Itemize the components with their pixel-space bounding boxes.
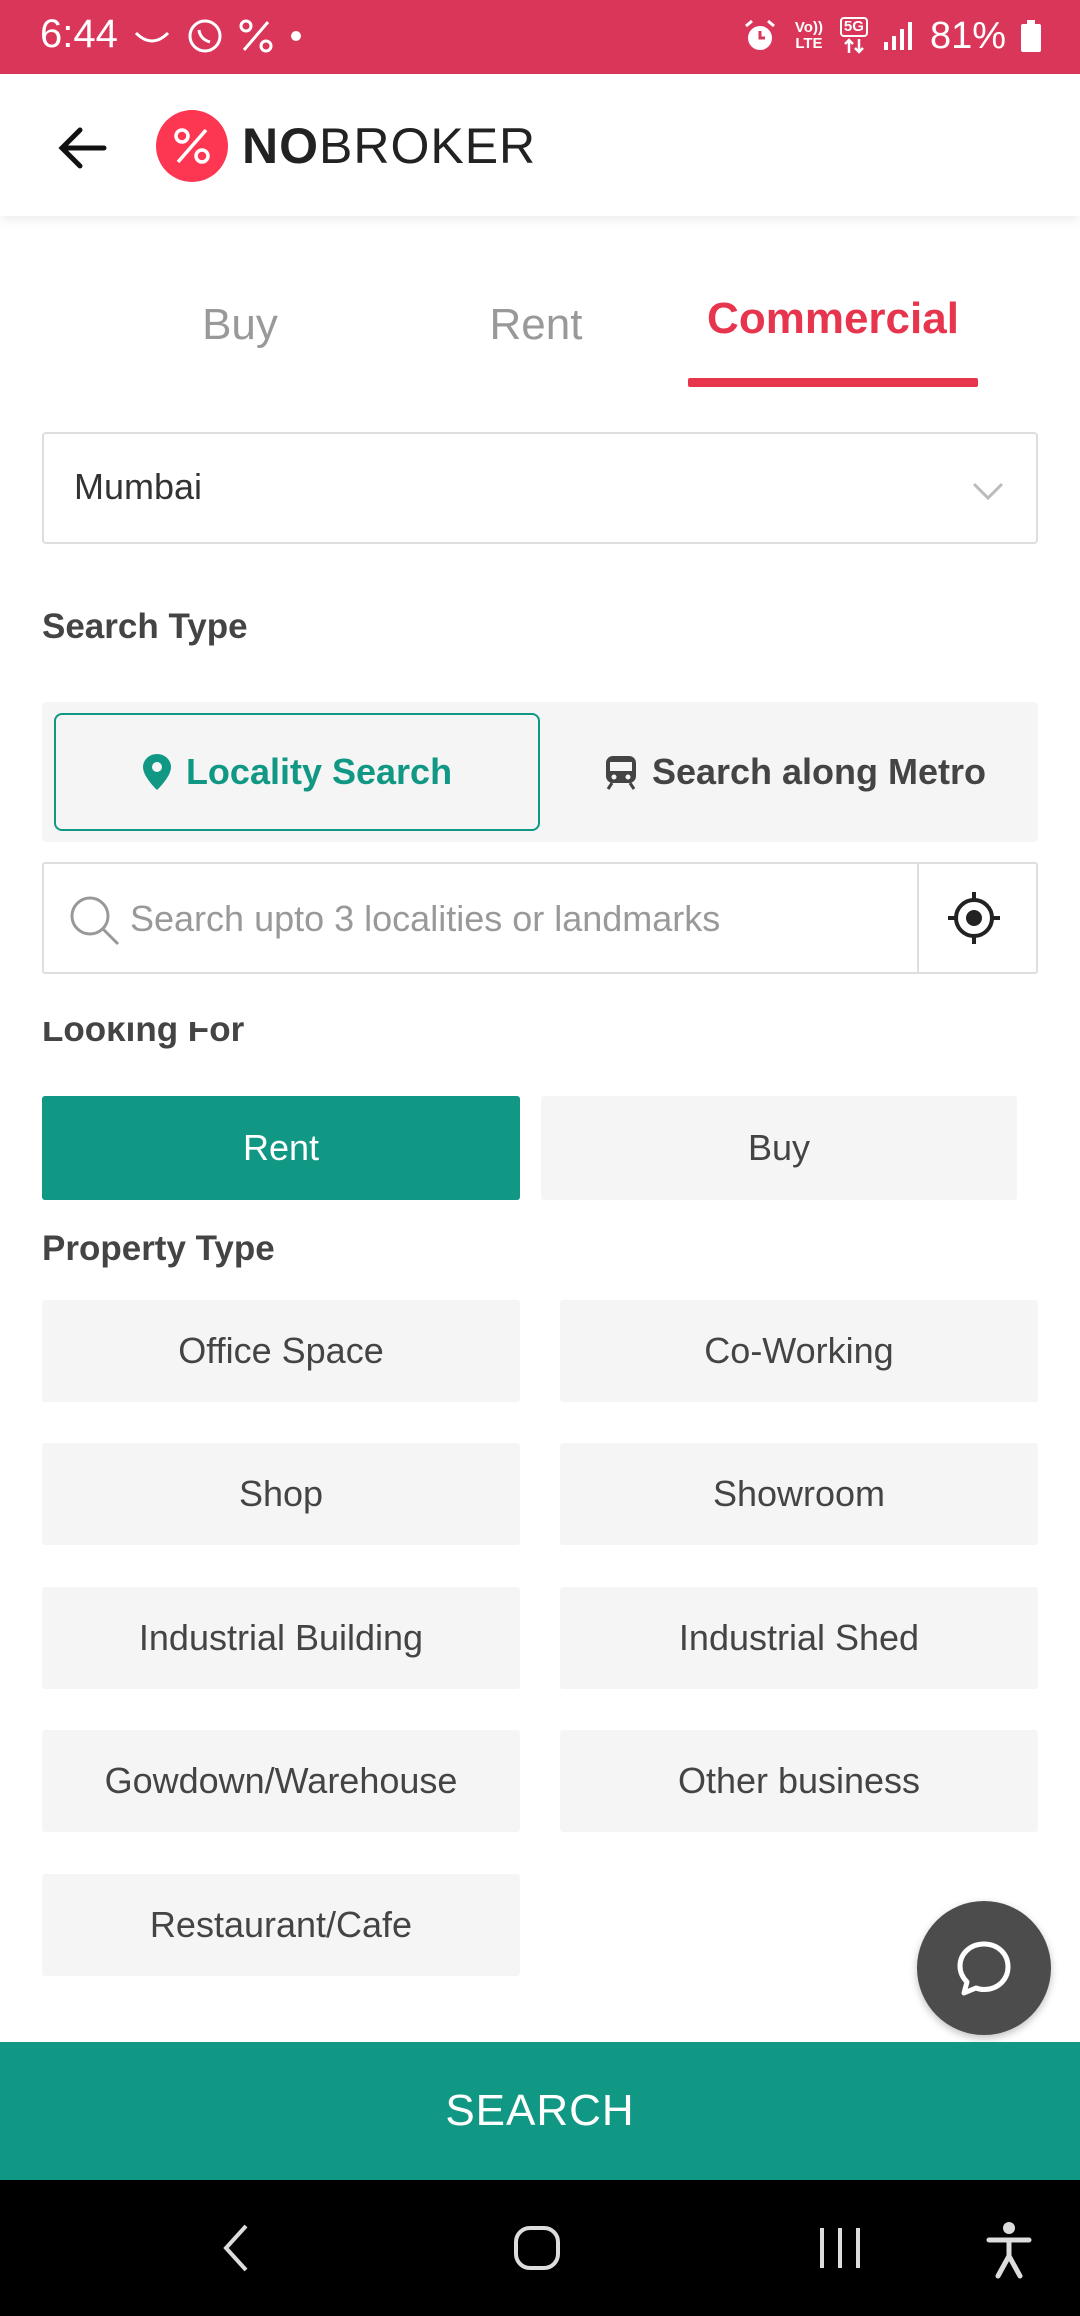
nav-home-button[interactable] bbox=[512, 2220, 562, 2281]
data-arrows-icon bbox=[844, 38, 864, 54]
logo-text: NOBROKER bbox=[242, 117, 536, 175]
logo-text-bold: NO bbox=[242, 118, 319, 174]
looking-for-buy-button[interactable]: Buy bbox=[541, 1096, 1017, 1200]
nobroker-logo: NOBROKER bbox=[156, 110, 536, 182]
metro-search-label: Search along Metro bbox=[651, 751, 987, 792]
property-co-working-button[interactable]: Co-Working bbox=[560, 1300, 1038, 1402]
nobroker-notification-icon bbox=[239, 19, 273, 53]
metro-search-option[interactable]: Search along Metro bbox=[552, 713, 1038, 831]
property-restaurant-cafe-button[interactable]: Restaurant/Cafe bbox=[42, 1874, 520, 1976]
network-label: 5G bbox=[839, 17, 868, 37]
property-showroom-button[interactable]: Showroom bbox=[560, 1443, 1038, 1545]
metro-train-icon bbox=[605, 756, 636, 790]
property-warehouse-button[interactable]: Gowdown/Warehouse bbox=[42, 1730, 520, 1832]
property-other-business-button[interactable]: Other business bbox=[560, 1730, 1038, 1832]
looking-for-rent-button[interactable]: Rent bbox=[42, 1096, 520, 1200]
volte-label: Vo)) LTE bbox=[794, 19, 823, 52]
back-arrow-icon[interactable] bbox=[54, 120, 110, 176]
logo-text-rest: BROKER bbox=[319, 118, 537, 174]
accessibility-icon bbox=[986, 2222, 1032, 2279]
status-bar: 6:44 Vo)) LTE 5G 81% bbox=[0, 0, 1080, 74]
tab-commercial[interactable]: Commercial bbox=[688, 294, 978, 344]
looking-for-label-text: Looking For bbox=[42, 1022, 245, 1049]
search-icon bbox=[70, 896, 120, 946]
city-dropdown[interactable]: Mumbai bbox=[42, 432, 1038, 544]
listing-tabs: Buy Rent Commercial bbox=[0, 280, 1080, 390]
battery-percent: 81% bbox=[929, 14, 1006, 57]
system-icons: Vo)) LTE 5G 81% bbox=[742, 12, 1042, 60]
notification-icons bbox=[132, 14, 304, 58]
battery-icon bbox=[1021, 20, 1041, 52]
property-industrial-building-button[interactable]: Industrial Building bbox=[42, 1587, 520, 1689]
location-pin-icon bbox=[142, 754, 171, 790]
status-time: 6:44 bbox=[40, 12, 118, 56]
app-header: NOBROKER bbox=[0, 74, 1080, 216]
locality-search-option[interactable]: Locality Search bbox=[54, 713, 540, 831]
property-type-label: Property Type bbox=[42, 1229, 275, 1268]
whatsapp-icon bbox=[188, 19, 222, 53]
network-5g-icon: 5G bbox=[839, 17, 868, 55]
system-nav-bar bbox=[0, 2180, 1080, 2316]
chat-button[interactable] bbox=[917, 1901, 1051, 2035]
tab-buy[interactable]: Buy bbox=[160, 300, 320, 350]
search-type-label: Search Type bbox=[42, 607, 248, 646]
missed-call-icon bbox=[134, 31, 170, 43]
looking-for-label: Looking For bbox=[42, 1022, 244, 1064]
logo-mark-icon bbox=[156, 110, 228, 182]
active-tab-indicator bbox=[688, 378, 978, 387]
nav-recents-icon bbox=[820, 2228, 860, 2268]
property-shop-button[interactable]: Shop bbox=[42, 1443, 520, 1545]
locality-search-input[interactable]: Search upto 3 localities or landmarks bbox=[130, 898, 720, 940]
alarm-icon bbox=[744, 19, 775, 50]
nav-back-icon bbox=[223, 2224, 248, 2272]
search-type-toggle: Locality Search Search along Metro bbox=[42, 702, 1038, 842]
chat-bubble-icon bbox=[957, 1941, 1011, 1996]
locality-search-label: Locality Search bbox=[185, 751, 453, 792]
property-office-space-button[interactable]: Office Space bbox=[42, 1300, 520, 1402]
city-dropdown-value: Mumbai bbox=[74, 466, 203, 507]
nav-recents-button[interactable] bbox=[816, 2220, 866, 2281]
nav-accessibility-button[interactable] bbox=[984, 2220, 1034, 2285]
property-industrial-shed-button[interactable]: Industrial Shed bbox=[560, 1587, 1038, 1689]
chevron-down-icon bbox=[972, 482, 1004, 501]
signal-icon bbox=[883, 22, 912, 50]
tab-rent[interactable]: Rent bbox=[456, 300, 616, 350]
search-divider bbox=[917, 864, 919, 972]
nav-back-button[interactable] bbox=[218, 2220, 254, 2281]
dot-icon bbox=[291, 31, 301, 41]
current-location-icon[interactable] bbox=[946, 890, 1002, 946]
locality-search-box: Search upto 3 localities or landmarks bbox=[42, 862, 1038, 974]
nav-home-icon bbox=[514, 2226, 560, 2270]
search-button[interactable]: SEARCH bbox=[0, 2042, 1080, 2180]
